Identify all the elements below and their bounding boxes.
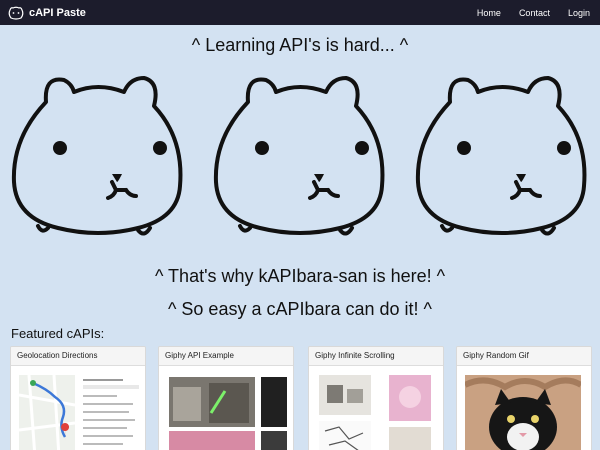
card-giphy-infinite-scrolling[interactable]: Giphy Infinite Scrolling bbox=[308, 346, 444, 450]
card-geolocation-directions[interactable]: Geolocation Directions bbox=[10, 346, 146, 450]
cat-photo-icon bbox=[463, 375, 583, 450]
nav-links: Home Contact Login bbox=[477, 8, 590, 18]
nav-home-link[interactable]: Home bbox=[477, 8, 501, 18]
hero-title: ^ Learning API's is hard... ^ bbox=[191, 35, 409, 55]
gif-thumbnail bbox=[319, 421, 371, 450]
card-giphy-api-example[interactable]: Giphy API Example bbox=[158, 346, 294, 450]
gif-thumbnail bbox=[169, 431, 255, 450]
brand-link[interactable]: cAPI Paste bbox=[8, 6, 86, 20]
hero-subtitle-2: ^ So easy a cAPIbara can do it! ^ bbox=[167, 299, 433, 319]
hero-subtitle-1: ^ That's why kAPIbara-san is here! ^ bbox=[154, 266, 446, 286]
card-title: Giphy Infinite Scrolling bbox=[309, 347, 443, 366]
gif-thumbnail bbox=[389, 375, 431, 421]
gif-thumbnail bbox=[261, 431, 287, 450]
image-grid-icon bbox=[319, 375, 371, 415]
featured-heading: Featured cAPIs: bbox=[11, 326, 105, 341]
capybara-face-2 bbox=[213, 76, 385, 236]
brand-name: cAPI Paste bbox=[29, 6, 86, 19]
capybara-logo-icon bbox=[8, 6, 24, 20]
gif-thumbnail bbox=[389, 427, 431, 450]
nav-contact-link[interactable]: Contact bbox=[519, 8, 550, 18]
card-giphy-random-gif[interactable]: Giphy Random Gif bbox=[456, 346, 592, 450]
directions-panel bbox=[81, 375, 143, 450]
gif-thumbnail bbox=[261, 377, 287, 427]
card-title: Giphy Random Gif bbox=[457, 347, 591, 366]
card-title: Geolocation Directions bbox=[11, 347, 145, 366]
image-grid-icon bbox=[169, 377, 255, 427]
capybara-face-3 bbox=[415, 76, 587, 236]
card-title: Giphy API Example bbox=[159, 347, 293, 366]
capybara-illustrations bbox=[0, 62, 600, 252]
nav-login-link[interactable]: Login bbox=[568, 8, 590, 18]
map-icon bbox=[18, 374, 76, 450]
top-navbar: cAPI Paste Home Contact Login bbox=[0, 0, 600, 25]
capybara-face-1 bbox=[11, 76, 183, 236]
